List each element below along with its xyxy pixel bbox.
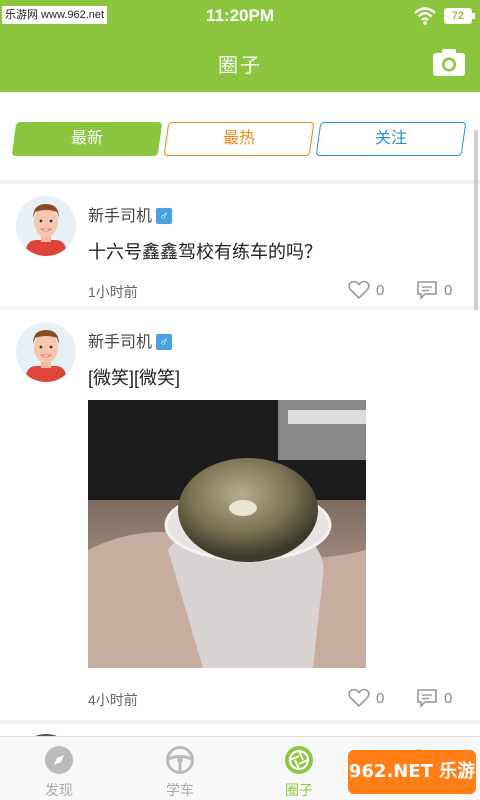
wifi-icon [414,7,436,25]
tab-follow[interactable]: 关注 [315,122,467,156]
nav-learn-driving[interactable]: 学车 [145,745,215,800]
scrollbar[interactable] [474,130,478,310]
male-icon: ♂ [156,208,173,224]
status-time: 11:20PM [205,6,275,25]
comment-button[interactable]: 0 [416,688,452,708]
like-button[interactable]: 0 [348,688,384,708]
driver-avatar-icon [26,204,66,256]
tab-latest[interactable]: 最新 [11,122,163,156]
tabs-bar: 最新 最热 关注 [0,92,480,180]
tab-hot[interactable]: 最热 [163,122,315,156]
nav-discover[interactable]: 发现 [24,745,94,800]
avatar[interactable] [16,196,76,256]
nav-label: 学车 [166,782,194,798]
comment-button[interactable]: 0 [416,280,452,300]
tab-label: 最新 [70,130,103,147]
post-image[interactable] [88,400,366,668]
post-author[interactable]: 新手司机 ♂ [88,202,173,226]
battery-icon: 72 [444,8,475,24]
bottom-nav: 发现 学车 圈子 962.NET 乐游网 [0,736,480,800]
nav-label: 圈子 [285,782,313,798]
post-time: 1小时前 [88,284,138,300]
comment-count: 0 [444,281,453,299]
compass-icon [45,746,73,774]
post-author[interactable]: 新手司机 ♂ [88,328,173,352]
tab-label: 最热 [222,130,255,147]
heart-icon [348,688,370,708]
author-name: 新手司机 [88,334,153,351]
like-button[interactable]: 0 [348,280,384,300]
male-icon: ♂ [156,334,173,350]
post-card[interactable]: 新手司机 ♂ 十六号鑫鑫驾校有练车的吗？ 1小时前 0 0 [0,184,480,306]
driver-avatar-icon [26,330,66,382]
tab-label: 关注 [374,130,407,147]
comment-icon [417,281,437,300]
page-title: 圈子 [218,55,262,77]
post-time: 4小时前 [88,692,138,708]
camera-icon[interactable] [432,46,466,78]
post-text: 十六号鑫鑫驾校有练车的吗？ [88,242,322,262]
nav-circle[interactable]: 圈子 [264,745,334,800]
like-count: 0 [376,689,385,707]
ring-photo [88,400,366,668]
status-bar: 乐游网 www.962.net 11:20PM 72 [0,0,480,32]
comment-icon [417,689,437,708]
post-card[interactable]: 新手司机 ♂ [微笑][微笑] 4小时前 0 0 [0,310,480,720]
heart-icon [348,280,370,300]
post-text: [微笑][微笑] [88,368,181,388]
like-count: 0 [376,281,385,299]
watermark-bottom: 962.NET 乐游网 [348,750,476,794]
steering-wheel-icon [166,746,194,774]
aperture-icon [285,746,313,774]
comment-count: 0 [444,689,453,707]
nav-label: 发现 [45,782,73,798]
author-name: 新手司机 [88,208,153,225]
avatar[interactable] [16,322,76,382]
app-header: 圈子 [0,32,480,92]
